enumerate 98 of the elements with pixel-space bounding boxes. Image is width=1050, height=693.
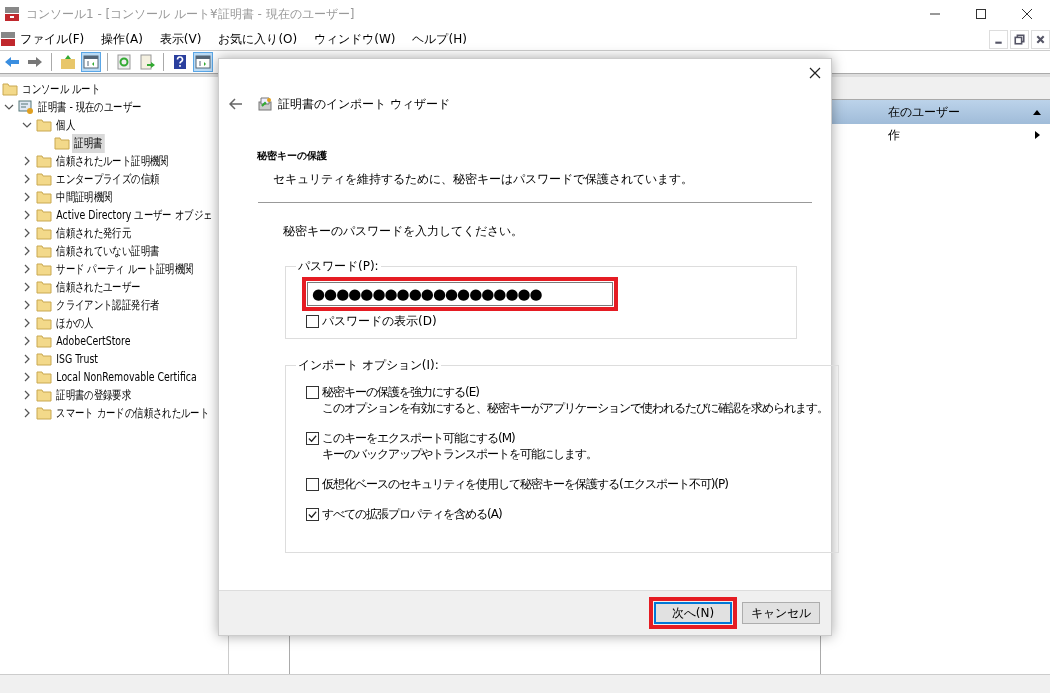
- checkbox[interactable]: [306, 315, 319, 328]
- tree-item[interactable]: エンタープライズの信頼: [54, 169, 162, 189]
- action-item[interactable]: 作: [888, 126, 900, 144]
- folder-icon: [36, 189, 52, 205]
- folder-icon: [36, 369, 52, 385]
- expand-chevron-icon[interactable]: [22, 192, 32, 202]
- submenu-arrow-icon[interactable]: [1032, 130, 1042, 140]
- tree-item[interactable]: 個人: [54, 115, 78, 135]
- restore-icon[interactable]: [1010, 29, 1029, 49]
- folder-icon: [36, 261, 52, 277]
- expand-chevron-icon[interactable]: [22, 354, 32, 364]
- expand-chevron-icon[interactable]: [22, 120, 32, 130]
- action-pane-icon[interactable]: [193, 52, 213, 72]
- tree-item[interactable]: Active Directory ユーザー オブジェ: [54, 205, 215, 225]
- tree-item[interactable]: Local NonRemovable Certifica: [54, 369, 199, 385]
- option-description: このオプションを有効にすると、秘密キーがアプリケーションで使われるたびに確認を求められます。: [322, 400, 828, 416]
- tree-item[interactable]: 証明書の登録要求: [54, 385, 134, 405]
- folder-icon: [36, 243, 52, 259]
- checkbox-label[interactable]: すべての拡張プロパティを含める(A): [322, 506, 502, 522]
- menu-item[interactable]: 操作(A): [101, 30, 143, 48]
- menu-item[interactable]: ウィンドウ(W): [314, 30, 396, 48]
- expand-chevron-icon[interactable]: [22, 282, 32, 292]
- expand-chevron-icon[interactable]: [4, 102, 14, 112]
- menu-item[interactable]: ヘルプ(H): [412, 30, 467, 48]
- folder-icon: [36, 225, 52, 241]
- expand-chevron-icon[interactable]: [22, 390, 32, 400]
- folder-icon: [2, 81, 18, 97]
- dialog-title: 証明書のインポート ウィザード: [278, 95, 450, 113]
- tree-item[interactable]: 信頼されたユーザー: [54, 277, 143, 297]
- expand-chevron-icon[interactable]: [22, 336, 32, 346]
- certificate-wizard-icon: [257, 96, 273, 112]
- tree-item[interactable]: AdobeCertStore: [54, 333, 133, 349]
- folder-icon: [36, 315, 52, 331]
- tree-item[interactable]: 証明書: [72, 133, 105, 153]
- checkbox[interactable]: [306, 386, 319, 399]
- folder-icon: [36, 279, 52, 295]
- menu-item[interactable]: お気に入り(O): [218, 30, 298, 48]
- checkbox-label[interactable]: 仮想化ベースのセキュリティを使用して秘密キーを保護する(エクスポート不可)(P): [322, 476, 728, 492]
- tree-item[interactable]: 証明書 - 現在のユーザー: [36, 97, 144, 117]
- expand-chevron-icon[interactable]: [22, 210, 32, 220]
- close-icon[interactable]: [1022, 9, 1032, 19]
- export-list-icon[interactable]: [137, 52, 157, 72]
- folder-icon: [36, 405, 52, 421]
- folder-icon: [36, 207, 52, 223]
- next-button[interactable]: 次へ(N): [654, 602, 732, 624]
- menu-item[interactable]: 表示(V): [159, 30, 202, 48]
- tree-item[interactable]: ほかの人: [54, 313, 97, 333]
- checkbox[interactable]: [306, 508, 319, 521]
- checkbox[interactable]: [306, 432, 319, 445]
- console-app-icon: [0, 31, 16, 47]
- tree-item[interactable]: サード パーティ ルート証明機関: [54, 259, 196, 279]
- expand-chevron-icon[interactable]: [22, 408, 32, 418]
- cancel-button[interactable]: キャンセル: [742, 602, 820, 624]
- console-app-icon: [4, 6, 20, 22]
- tree-item[interactable]: 信頼された発行元: [54, 223, 134, 243]
- tree-item[interactable]: 信頼されていない証明書: [54, 241, 162, 261]
- group-label: インポート オプション(I):: [297, 357, 440, 374]
- checkbox-label[interactable]: このキーをエクスポート可能にする(M): [322, 430, 597, 446]
- expand-chevron-icon[interactable]: [22, 318, 32, 328]
- tree-item[interactable]: 中間証明機関: [54, 187, 115, 207]
- tree-item[interactable]: ISG Trust: [54, 351, 101, 367]
- certificate-store-icon: [18, 99, 34, 115]
- checkbox-label[interactable]: 秘密キーの保護を強力にする(E): [322, 384, 828, 400]
- expand-chevron-icon[interactable]: [22, 174, 32, 184]
- checkbox[interactable]: [306, 478, 319, 491]
- tree-item[interactable]: コンソール ルート: [20, 79, 103, 99]
- expand-chevron-icon[interactable]: [22, 156, 32, 166]
- expand-chevron-icon[interactable]: [22, 372, 32, 382]
- section-heading: 秘密キーの保護: [257, 149, 328, 163]
- folder-icon: [36, 387, 52, 403]
- window-title: コンソール1 - [コンソール ルート¥証明書 - 現在のユーザー]: [26, 5, 355, 23]
- section-description: セキュリティを維持するために、秘密キーはパスワードで保護されています。: [273, 171, 694, 188]
- maximize-icon[interactable]: [976, 9, 986, 19]
- minimize-icon[interactable]: [989, 29, 1008, 49]
- back-arrow-icon[interactable]: [229, 98, 243, 110]
- folder-icon: [54, 135, 70, 151]
- tree-item[interactable]: スマート カードの信頼されたルート: [54, 403, 212, 423]
- menu-item[interactable]: ファイル(F): [20, 30, 85, 48]
- checkbox-label[interactable]: パスワードの表示(D): [322, 313, 437, 330]
- folder-icon: [36, 171, 52, 187]
- tree-item[interactable]: 信頼されたルート証明機関: [54, 151, 171, 171]
- password-field[interactable]: ●●●●●●●●●●●●●●●●●●●: [307, 282, 613, 306]
- refresh-icon[interactable]: [114, 52, 134, 72]
- close-icon[interactable]: [809, 67, 821, 79]
- folder-icon: [36, 153, 52, 169]
- folder-icon: [36, 297, 52, 313]
- tree-pane-icon[interactable]: [81, 52, 101, 72]
- prompt-text: 秘密キーのパスワードを入力してください。: [283, 223, 524, 240]
- folder-icon: [36, 117, 52, 133]
- folder-icon: [36, 333, 52, 349]
- expand-chevron-icon[interactable]: [22, 264, 32, 274]
- expand-chevron-icon[interactable]: [22, 228, 32, 238]
- option-description: キーのバックアップやトランスポートを可能にします。: [322, 446, 597, 462]
- tree-item[interactable]: クライアント認証発行者: [54, 295, 162, 315]
- folder-icon: [36, 351, 52, 367]
- group-label: パスワード(P):: [297, 258, 380, 275]
- expand-chevron-icon[interactable]: [22, 246, 32, 256]
- expand-chevron-icon[interactable]: [22, 300, 32, 310]
